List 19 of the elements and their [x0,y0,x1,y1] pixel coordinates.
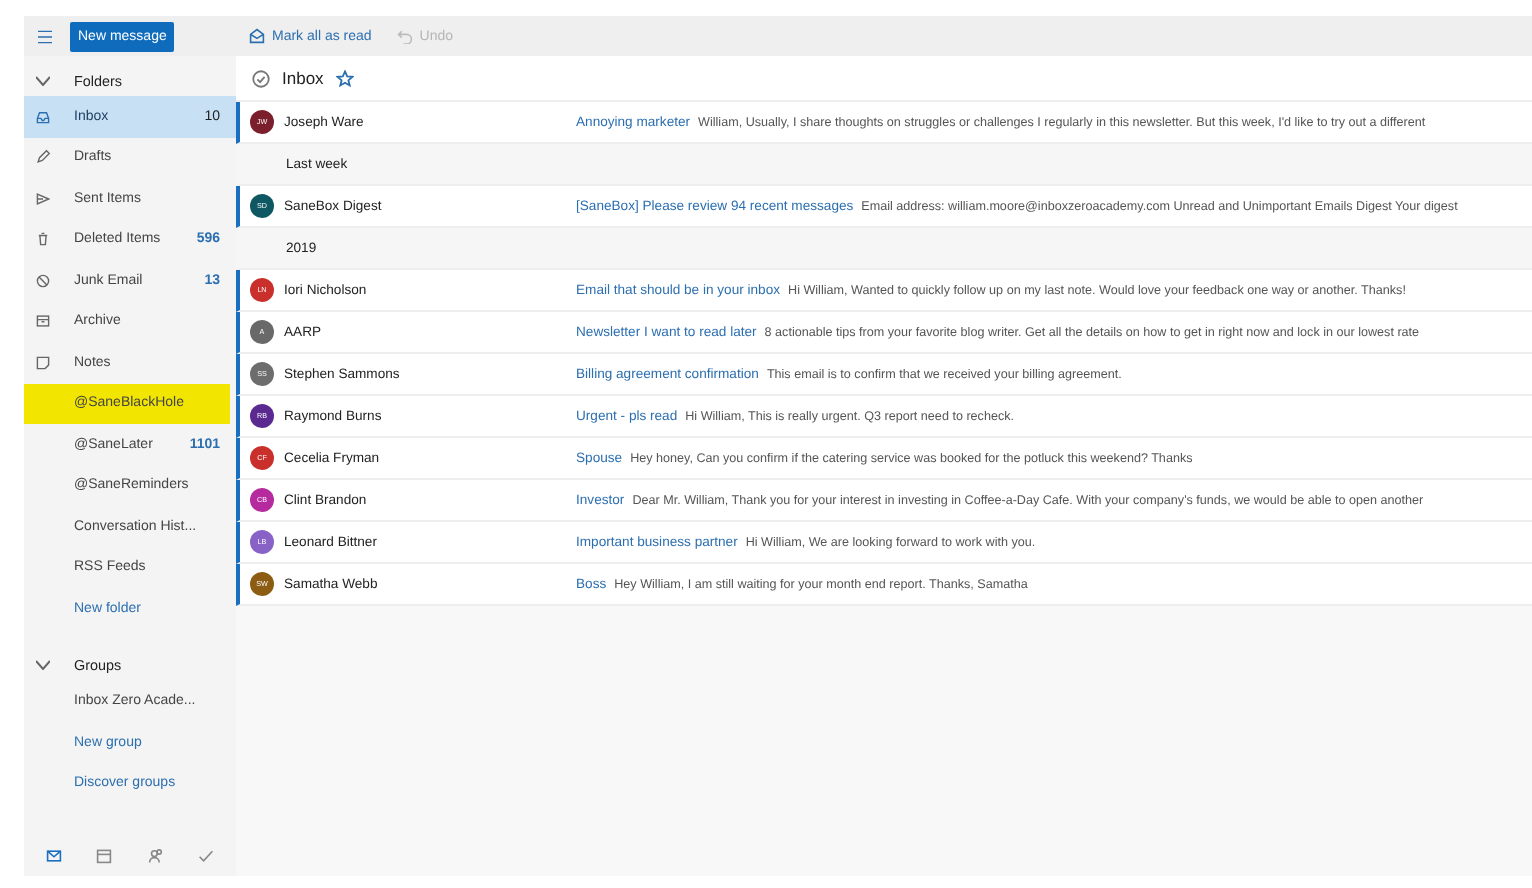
folder-title: Inbox [282,68,324,88]
blocked-icon [36,273,50,288]
inbox-tray-icon [36,109,50,124]
pencil-icon [36,150,50,165]
chevron-down-icon[interactable] [36,660,50,670]
send-icon [36,191,50,206]
check-circle-icon[interactable] [252,69,270,87]
envelope-open-icon [248,28,266,44]
people-icon[interactable] [147,848,164,864]
checkmark-icon[interactable] [198,848,215,864]
chevron-down-icon[interactable] [36,75,50,85]
mail-icon[interactable] [45,848,62,864]
star-icon[interactable] [335,69,354,87]
menu-icon[interactable] [36,29,54,43]
trash-icon [36,232,50,247]
note-icon [36,355,50,370]
archive-box-icon [36,314,50,329]
undo-icon [395,28,414,44]
calendar-icon[interactable] [96,848,113,864]
